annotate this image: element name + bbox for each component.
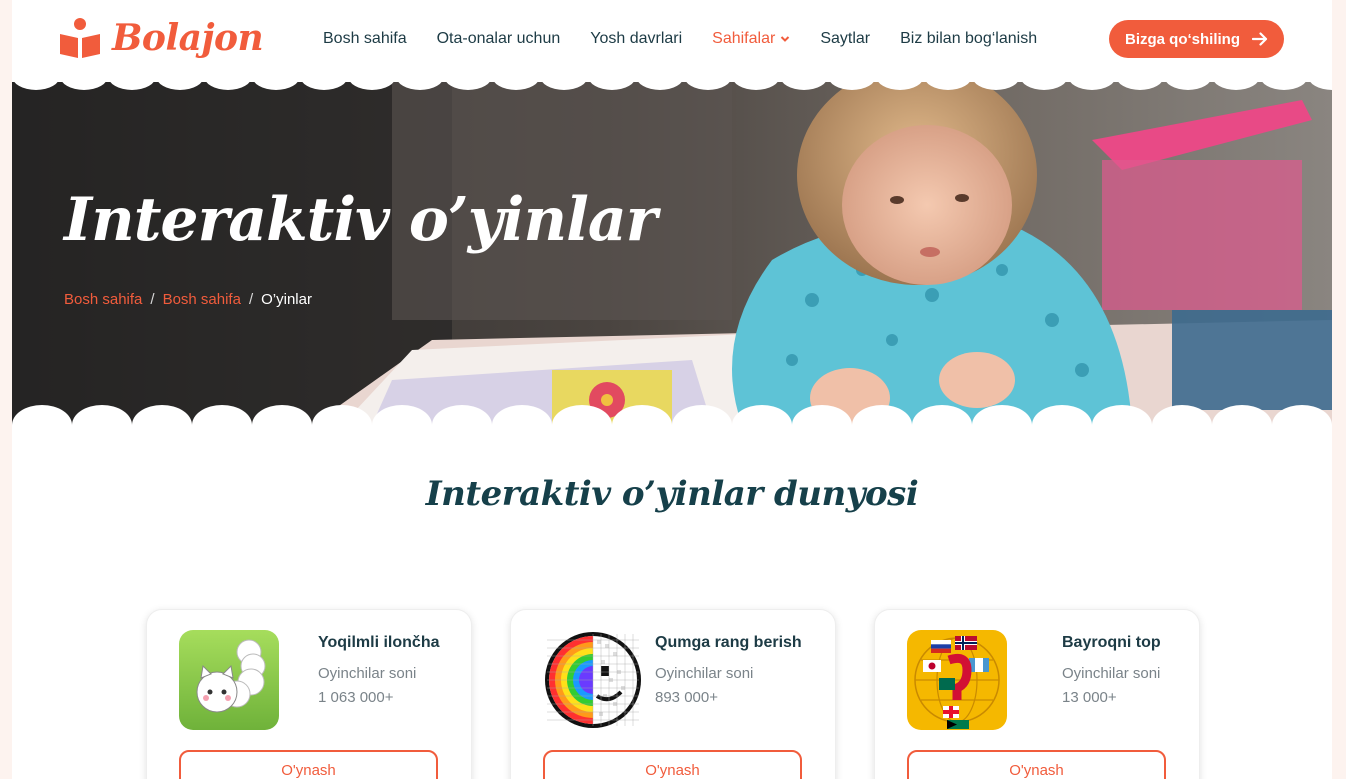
logo[interactable]: Bolajon: [58, 16, 264, 60]
play-button[interactable]: O'ynash: [543, 750, 802, 779]
join-button[interactable]: Bizga qo‘shiling: [1109, 20, 1284, 58]
game-card: Bayroqni top Oyinchilar soni 13 000+ O'y…: [874, 609, 1200, 779]
play-button[interactable]: O'ynash: [907, 750, 1166, 779]
game-title: Qumga rang berish: [655, 634, 802, 651]
nav-item-parents[interactable]: Ota-onalar uchun: [437, 29, 561, 49]
game-thumbnail-snake: [179, 630, 279, 730]
join-button-label: Bizga qo‘shiling: [1125, 30, 1240, 48]
hero-scallop-divider: [12, 403, 1332, 425]
flag-globe-icon: [907, 630, 1007, 730]
book-logo-icon: [58, 16, 102, 60]
players-label: Oyinchilar soni: [655, 665, 754, 682]
nav-item-pages[interactable]: Sahifalar: [712, 29, 790, 49]
hero-banner: Interaktiv o’yinlar Bosh sahifa / Bosh s…: [12, 80, 1332, 425]
players-count: 13 000+: [1062, 689, 1117, 706]
site-header: Bolajon Bosh sahifa Ota-onalar uchun Yos…: [12, 0, 1332, 82]
nav-item-pages-label: Sahifalar: [712, 30, 776, 47]
nav-item-contact[interactable]: Biz bilan bog‘lanish: [900, 29, 1037, 49]
nav-item-ages[interactable]: Yosh davrlari: [590, 29, 682, 49]
players-label: Oyinchilar soni: [318, 665, 417, 682]
pixel-smiley-icon: [543, 630, 643, 730]
cat-snake-icon: [179, 630, 279, 730]
header-scallop-divider: [12, 76, 1332, 92]
breadcrumb-separator: /: [248, 291, 254, 308]
breadcrumb-link-home[interactable]: Bosh sahifa: [64, 291, 142, 308]
chevron-down-icon: [781, 36, 790, 42]
breadcrumb-link-home-2[interactable]: Bosh sahifa: [163, 291, 241, 308]
page-frame: Bolajon Bosh sahifa Ota-onalar uchun Yos…: [12, 0, 1332, 779]
players-count: 1 063 000+: [318, 689, 394, 706]
section-title: Interaktiv o’yinlar dunyosi: [425, 474, 919, 514]
breadcrumb-separator: /: [150, 291, 155, 308]
logo-text: Bolajon: [112, 17, 264, 59]
hero-title: Interaktiv o’yinlar: [64, 185, 657, 255]
game-thumbnail-pixel-coloring: [543, 630, 643, 730]
players-count: 893 000+: [655, 689, 718, 706]
arrow-right-icon: [1252, 32, 1268, 46]
game-title: Yoqilmli ilončha: [318, 634, 440, 651]
nav-item-sites[interactable]: Saytlar: [820, 29, 870, 49]
main-nav: Bosh sahifa Ota-onalar uchun Yosh davrla…: [323, 29, 1067, 49]
game-card: Qumga rang berish Oyinchilar soni 893 00…: [510, 609, 836, 779]
game-title: Bayroqni top: [1062, 634, 1161, 651]
game-thumbnail-flags: [907, 630, 1007, 730]
breadcrumb-current: O’yinlar: [261, 291, 312, 308]
play-button[interactable]: O'ynash: [179, 750, 438, 779]
nav-item-home[interactable]: Bosh sahifa: [323, 29, 407, 49]
breadcrumb: Bosh sahifa / Bosh sahifa / O’yinlar: [64, 291, 312, 308]
game-card: Yoqilmli ilončha Oyinchilar soni 1 063 0…: [146, 609, 472, 779]
players-label: Oyinchilar soni: [1062, 665, 1161, 682]
